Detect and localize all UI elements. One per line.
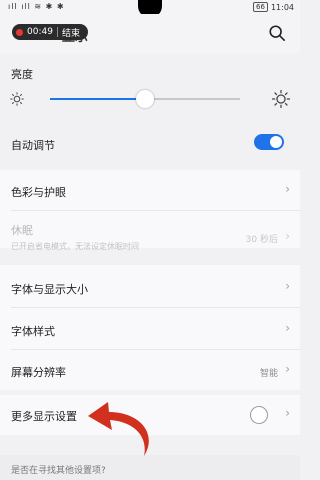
slider-track[interactable]: [50, 90, 240, 108]
status-right: 66 11:04: [253, 2, 294, 12]
row-sleep: 休眠 已开启省电模式，无法设定休眠时间 30 秒后 ›: [0, 211, 300, 251]
brightness-slider[interactable]: [0, 86, 300, 112]
chevron-right-icon: ›: [285, 182, 290, 196]
row-value: 智能: [259, 369, 278, 379]
circle-indicator-icon: [250, 406, 268, 424]
slider-thumb[interactable]: [136, 90, 154, 108]
battery-indicator: 66: [253, 2, 268, 12]
row-font-style[interactable]: 字体样式 ›: [0, 308, 300, 349]
slider-fill: [50, 98, 145, 100]
row-font-size[interactable]: 字体与显示大小 ›: [0, 265, 300, 307]
chevron-right-icon: ›: [285, 279, 290, 293]
record-dot-icon: [16, 28, 23, 36]
search-icon[interactable]: [268, 24, 286, 42]
toggle-knob: [270, 136, 282, 148]
chevron-right-icon: ›: [285, 321, 290, 335]
auto-adjust-toggle[interactable]: [254, 134, 284, 150]
stop-recording-button[interactable]: 结束: [62, 26, 80, 39]
brightness-low-icon: [10, 92, 24, 106]
chevron-right-icon: ›: [285, 362, 290, 376]
suggestion-card: 是否在寻找其他设置项?: [0, 455, 300, 480]
row-label: 更多显示设置: [11, 410, 77, 423]
row-resolution[interactable]: 屏幕分辨率 智能 ›: [0, 350, 300, 390]
suggestion-label: 是否在寻找其他设置项?: [11, 466, 106, 476]
row-label: 字体样式: [11, 325, 55, 338]
row-label: 屏幕分辨率: [11, 366, 66, 379]
chevron-right-icon: ›: [285, 229, 290, 243]
row-sublabel: 已开启省电模式，无法设定休眠时间: [11, 242, 139, 251]
chevron-right-icon: ›: [285, 406, 290, 420]
app-header: 显示 00:49 结束: [0, 14, 300, 54]
row-value: 30 秒后: [245, 235, 278, 245]
clock: 11:04: [270, 2, 294, 12]
annotation-arrow-icon: [88, 402, 149, 456]
screen-recording-pill[interactable]: 00:49 结束: [12, 24, 88, 40]
signal-wifi-icons: ıll ıll ≋ ✱ ✱: [8, 2, 65, 11]
row-label: 字体与显示大小: [11, 283, 88, 296]
auto-adjust-label: 自动调节: [11, 139, 55, 152]
row-label: 色彩与护眼: [11, 186, 66, 199]
pill-divider: [56, 27, 58, 37]
recording-time: 00:49: [27, 27, 53, 37]
row-label: 休眠: [11, 224, 33, 237]
row-color-eye[interactable]: 色彩与护眼 ›: [0, 170, 300, 210]
brightness-high-icon: [272, 90, 290, 108]
brightness-label: 亮度: [11, 68, 33, 81]
